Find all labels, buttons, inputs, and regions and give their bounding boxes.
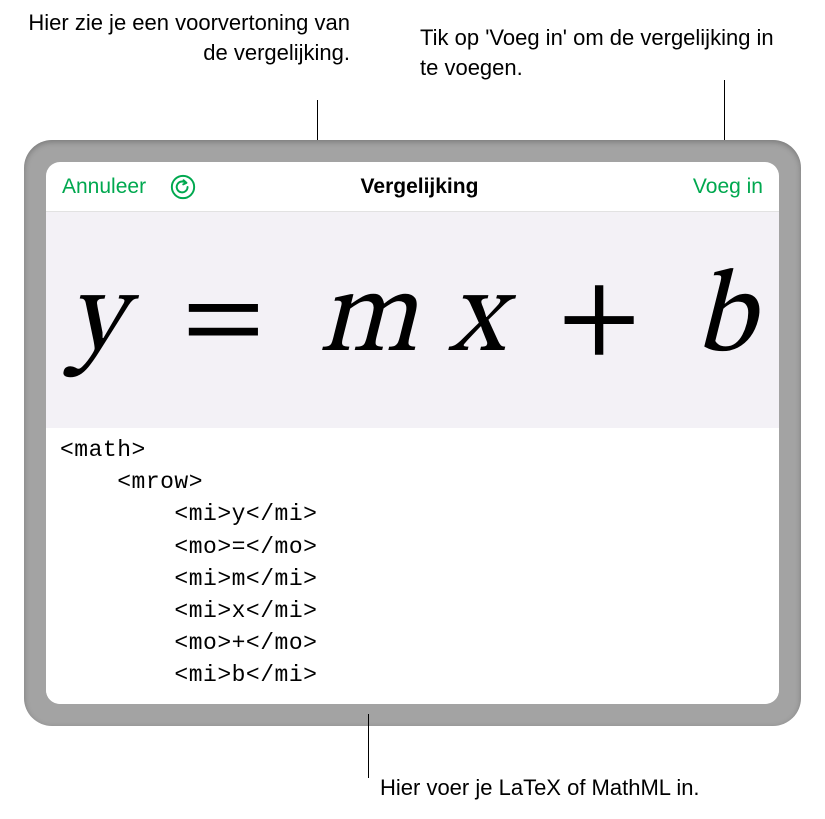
equation-operator-equals: = xyxy=(160,262,290,378)
toolbar: Annuleer Vergelijking Voeg in xyxy=(46,162,779,212)
equation-var-y: y xyxy=(68,262,126,378)
screenshot-frame: Annuleer Vergelijking Voeg in y = m xyxy=(24,140,801,726)
callout-leader xyxy=(368,714,369,778)
equation-source-input[interactable]: <math> <mrow> <mi>y</mi> <mo>=</mo> <mi>… xyxy=(46,428,779,704)
equation-rendered: y = m x + b xyxy=(68,248,756,393)
callout-preview-text: Hier zie je een voorvertoning van de ver… xyxy=(0,8,350,67)
dialog-title: Vergelijking xyxy=(146,175,693,199)
callout-insert-text: Tik op 'Voeg in' om de vergelijking in t… xyxy=(420,23,785,82)
equation-operator-plus: + xyxy=(535,262,665,378)
callout-input-text: Hier voer je LaTeX of MathML in. xyxy=(380,775,700,801)
equation-var-b: b xyxy=(694,262,757,378)
insert-button[interactable]: Voeg in xyxy=(693,175,763,199)
cancel-button[interactable]: Annuleer xyxy=(62,175,146,199)
equation-editor-panel: Annuleer Vergelijking Voeg in y = m xyxy=(46,162,779,704)
equation-preview: y = m x + b xyxy=(46,212,779,428)
equation-var-x: x xyxy=(449,262,507,378)
equation-var-m: m xyxy=(318,262,419,378)
